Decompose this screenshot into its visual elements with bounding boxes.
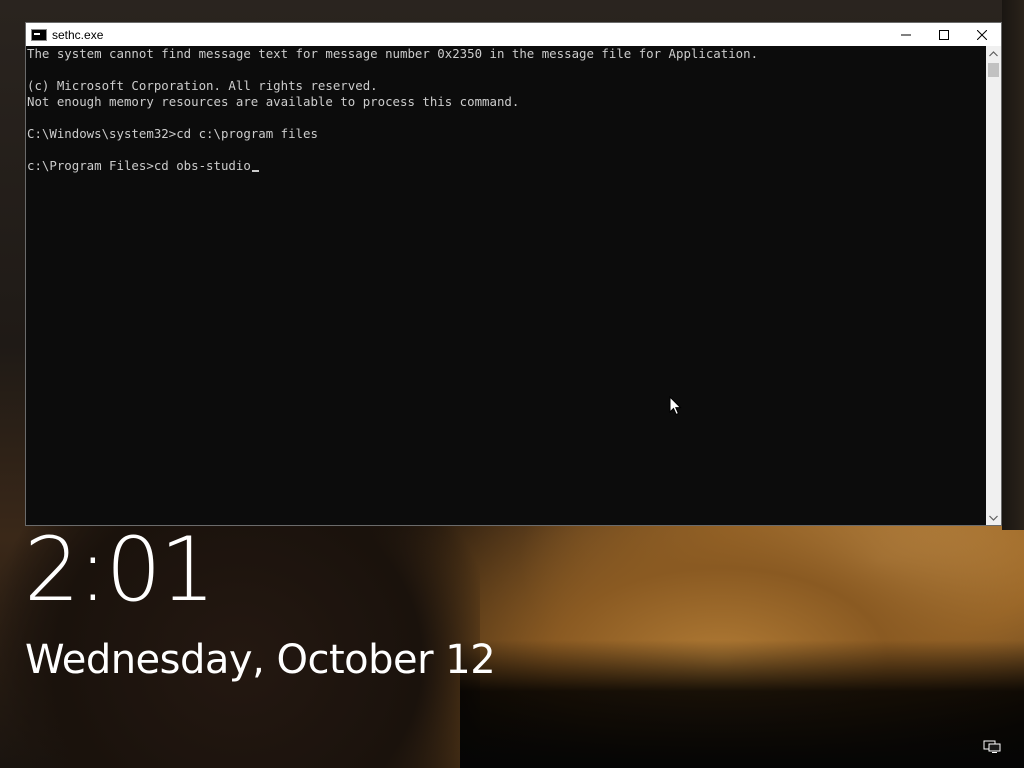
scroll-down-button[interactable] <box>986 510 1001 525</box>
console-output[interactable]: The system cannot find message text for … <box>26 46 986 525</box>
scroll-up-button[interactable] <box>986 46 1001 61</box>
maximize-button[interactable] <box>925 23 963 46</box>
close-icon <box>977 29 987 40</box>
scroll-thumb[interactable] <box>988 63 999 77</box>
console-app-icon <box>31 28 47 41</box>
close-button[interactable] <box>963 23 1001 46</box>
lockscreen-date: Wednesday, October 12 <box>25 637 496 683</box>
console-prompt-text: c:\Program Files>cd obs-studio <box>27 158 251 173</box>
vertical-scrollbar[interactable] <box>986 46 1001 525</box>
background-shadow <box>460 640 1024 768</box>
window-titlebar[interactable]: sethc.exe <box>26 23 1001 46</box>
mouse-pointer-icon <box>669 396 682 416</box>
background-strip <box>1002 0 1024 530</box>
console-line: The system cannot find message text for … <box>27 46 759 61</box>
console-input-line[interactable]: c:\Program Files>cd obs-studio <box>27 158 986 174</box>
lock-screen-background: sethc.exe The system cannot find message… <box>0 0 1024 768</box>
console-window[interactable]: sethc.exe The system cannot find message… <box>25 22 1002 526</box>
console-line: (c) Microsoft Corporation. All rights re… <box>27 78 378 93</box>
chevron-up-icon <box>989 50 998 56</box>
maximize-icon <box>939 29 949 40</box>
console-line: C:\Windows\system32>cd c:\program files <box>27 126 318 141</box>
lockscreen-time: 2:01 <box>24 518 216 621</box>
chevron-down-icon <box>989 515 998 521</box>
window-controls <box>887 23 1001 46</box>
window-title: sethc.exe <box>52 27 104 42</box>
text-cursor <box>251 170 259 172</box>
console-line: Not enough memory resources are availabl… <box>27 94 520 109</box>
minimize-button[interactable] <box>887 23 925 46</box>
minimize-icon <box>901 34 911 35</box>
network-icon[interactable] <box>983 740 1001 754</box>
console-text: The system cannot find message text for … <box>26 46 986 174</box>
